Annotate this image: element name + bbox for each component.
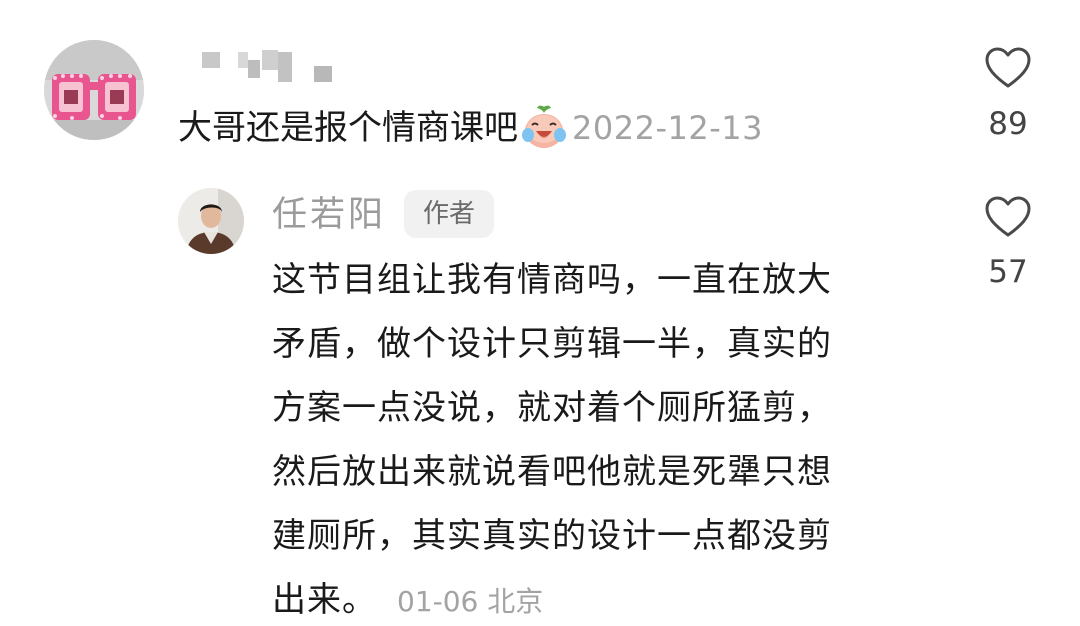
crying-laughing-peach-emoji: [522, 105, 566, 148]
reply-meta: 01-06 北京: [397, 585, 543, 618]
reply-line: 矛盾，做个设计只剪辑一半，真实的: [272, 324, 832, 364]
reply-line: 这节目组让我有情商吗，一直在放大: [272, 260, 832, 300]
reply-username[interactable]: 任若阳: [272, 191, 386, 239]
commenter-avatar[interactable]: [44, 40, 144, 140]
comment-text-row: 大哥还是报个情商课吧 2022-12-13: [178, 104, 763, 152]
comment-timestamp: 2022-12-13: [572, 109, 763, 147]
pink-glasses-image: [44, 40, 144, 140]
reply-line: 建厕所，其实真实的设计一点都没剪: [272, 516, 832, 556]
heart-outline-icon[interactable]: [984, 195, 1032, 239]
heart-outline-icon[interactable]: [984, 46, 1032, 90]
comment-like-button[interactable]: [984, 46, 1032, 94]
reply-location: 北京: [487, 585, 544, 618]
comment-like-count: 89: [988, 106, 1028, 142]
reply-line: 出来。: [272, 580, 377, 620]
reply-text: 这节目组让我有情商吗，一直在放大 矛盾，做个设计只剪辑一半，真实的 方案一点没说…: [272, 248, 912, 626]
reply-line: 方案一点没说，就对着个厕所猛剪，: [272, 388, 832, 428]
reply-date: 01-06: [397, 585, 479, 618]
commenter-username-blurred[interactable]: [200, 48, 340, 86]
comment-text: 大哥还是报个情商课吧: [178, 108, 518, 148]
reply-like-button[interactable]: [984, 195, 1032, 243]
author-photo-image: [178, 188, 244, 254]
reply-like-count: 57: [988, 254, 1028, 290]
reply-author-avatar[interactable]: [178, 188, 244, 254]
reply-last-line: 出来。 01-06 北京: [272, 568, 912, 626]
reply-line: 然后放出来就说看吧他就是死犟只想: [272, 452, 832, 492]
author-badge: 作者: [404, 190, 494, 238]
